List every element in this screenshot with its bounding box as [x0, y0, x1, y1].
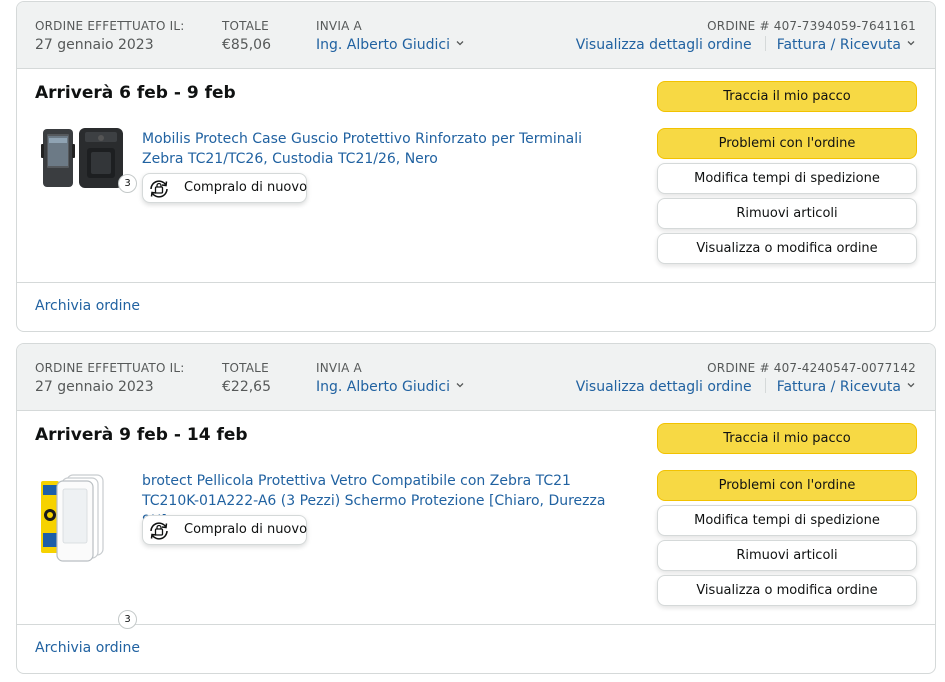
archive-order-link[interactable]: Archivia ordine	[35, 640, 140, 656]
change-shipping-speed-button[interactable]: Modifica tempi di spedizione	[657, 505, 917, 536]
buy-again-button[interactable]: Compralo di nuovo	[142, 173, 307, 203]
change-shipping-speed-button[interactable]: Modifica tempi di spedizione	[657, 163, 917, 194]
ship-to-column: INVIA A Ing. Alberto Giudici	[316, 18, 465, 55]
ship-to-label: INVIA A	[316, 19, 362, 33]
invoice-link-label: Fattura / Ricevuta	[776, 37, 901, 53]
invoice-link[interactable]: Fattura / Ricevuta	[777, 379, 916, 395]
ship-to-label: INVIA A	[316, 361, 362, 375]
order-body: Arriverà 6 feb - 9 feb 3 Mobilis Protech…	[17, 69, 935, 283]
order-date-label: ORDINE EFFETTUATO IL:	[35, 361, 185, 375]
order-date-column: ORDINE EFFETTUATO IL: 27 gennaio 2023	[35, 18, 184, 55]
link-divider	[764, 36, 766, 51]
order-total: €85,06	[222, 37, 271, 53]
order-card: ORDINE EFFETTUATO IL: 27 gennaio 2023 TO…	[16, 1, 936, 332]
order-total: €22,65	[222, 379, 271, 395]
ship-to-recipient[interactable]: Ing. Alberto Giudici	[316, 377, 465, 397]
order-body: Arriverà 9 feb - 14 feb 3 brotect Pellic…	[17, 411, 935, 629]
quantity-badge: 3	[118, 174, 137, 193]
invoice-link[interactable]: Fattura / Ricevuta	[777, 37, 916, 53]
remove-items-button[interactable]: Rimuovi articoli	[657, 540, 917, 571]
order-total-column: TOTALE €85,06	[222, 18, 271, 55]
view-edit-order-button[interactable]: Visualizza o modifica ordine	[657, 233, 917, 264]
order-details-link[interactable]: Visualizza dettagli ordine	[576, 37, 752, 53]
ship-to-column: INVIA A Ing. Alberto Giudici	[316, 360, 465, 397]
recipient-name: Ing. Alberto Giudici	[316, 37, 450, 53]
order-header: ORDINE EFFETTUATO IL: 27 gennaio 2023 TO…	[17, 2, 935, 69]
order-details-link[interactable]: Visualizza dettagli ordine	[576, 379, 752, 395]
chevron-down-icon	[456, 41, 464, 46]
delivery-estimate: Arriverà 9 feb - 14 feb	[35, 425, 248, 445]
track-package-button[interactable]: Traccia il mio pacco	[657, 423, 917, 454]
product-title-link[interactable]: Mobilis Protech Case Guscio Protettivo R…	[142, 129, 612, 169]
order-header-links: Visualizza dettagli ordine Fattura / Rice…	[576, 35, 916, 55]
buy-again-icon	[150, 522, 168, 540]
product-image-screen-protector[interactable]	[39, 471, 135, 567]
order-number-column: ORDINE # 407-4240547-0077142 Visualizza …	[576, 360, 916, 397]
order-number: ORDINE # 407-4240547-0077142	[707, 361, 916, 375]
order-footer: Archivia ordine	[17, 625, 935, 673]
ship-to-recipient[interactable]: Ing. Alberto Giudici	[316, 35, 465, 55]
buy-again-button[interactable]: Compralo di nuovo	[142, 515, 307, 545]
order-header: ORDINE EFFETTUATO IL: 27 gennaio 2023 TO…	[17, 344, 935, 411]
buy-again-label: Compralo di nuovo	[184, 522, 308, 537]
remove-items-button[interactable]: Rimuovi articoli	[657, 198, 917, 229]
order-number: ORDINE # 407-7394059-7641161	[707, 19, 916, 33]
archive-order-link[interactable]: Archivia ordine	[35, 298, 140, 314]
order-header-links: Visualizza dettagli ordine Fattura / Rice…	[576, 377, 916, 397]
order-total-column: TOTALE €22,65	[222, 360, 271, 397]
recipient-name: Ing. Alberto Giudici	[316, 379, 450, 395]
chevron-down-icon	[907, 383, 915, 388]
delivery-estimate: Arriverà 6 feb - 9 feb	[35, 83, 236, 103]
view-edit-order-button[interactable]: Visualizza o modifica ordine	[657, 575, 917, 606]
order-problems-button[interactable]: Problemi con l'ordine	[657, 470, 917, 501]
order-date-label: ORDINE EFFETTUATO IL:	[35, 19, 185, 33]
link-divider	[764, 378, 766, 393]
order-date-column: ORDINE EFFETTUATO IL: 27 gennaio 2023	[35, 360, 184, 397]
buy-again-icon	[150, 180, 168, 198]
order-card: ORDINE EFFETTUATO IL: 27 gennaio 2023 TO…	[16, 343, 936, 674]
order-number-column: ORDINE # 407-7394059-7641161 Visualizza …	[576, 18, 916, 55]
chevron-down-icon	[456, 383, 464, 388]
order-date: 27 gennaio 2023	[35, 379, 154, 395]
order-total-label: TOTALE	[222, 361, 269, 375]
invoice-link-label: Fattura / Ricevuta	[776, 379, 901, 395]
order-problems-button[interactable]: Problemi con l'ordine	[657, 128, 917, 159]
buy-again-label: Compralo di nuovo	[184, 180, 308, 195]
track-package-button[interactable]: Traccia il mio pacco	[657, 81, 917, 112]
order-total-label: TOTALE	[222, 19, 269, 33]
order-date: 27 gennaio 2023	[35, 37, 154, 53]
chevron-down-icon	[907, 41, 915, 46]
order-footer: Archivia ordine	[17, 283, 935, 331]
